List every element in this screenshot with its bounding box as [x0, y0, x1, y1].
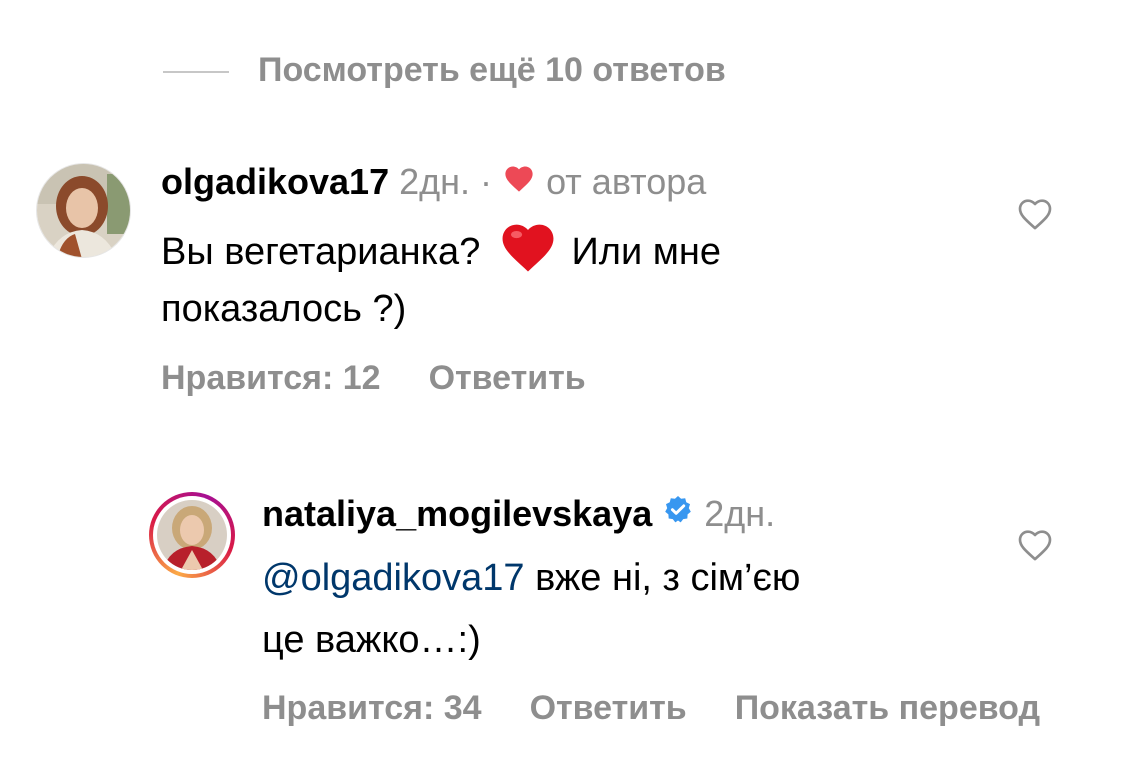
comment-actions: Нравится: 12 Ответить	[161, 356, 634, 400]
likes-count-button[interactable]: Нравится: 12	[161, 359, 381, 397]
comment-text-line1-a: Вы вегетарианка?	[161, 231, 481, 274]
like-heart-icon[interactable]	[1015, 194, 1055, 239]
comment-body: Вы вегетарианка? Или мне	[161, 218, 721, 290]
avatar-story-ring[interactable]	[149, 492, 235, 578]
avatar[interactable]	[36, 163, 131, 258]
author-like-label: от автора	[546, 161, 707, 202]
comment-text-line2: показалось ?)	[161, 288, 407, 330]
reply-button[interactable]: Ответить	[530, 689, 687, 727]
comment-text-line2: це важко…:)	[262, 619, 481, 661]
reply-button[interactable]: Ответить	[429, 359, 586, 397]
likes-count-button[interactable]: Нравится: 34	[262, 689, 482, 727]
red-heart-emoji	[497, 218, 559, 290]
avatar	[157, 500, 227, 570]
comment-text-line1: вже ні, з сім’єю	[524, 557, 801, 599]
verified-badge-icon	[662, 492, 694, 536]
comment-meta: olgadikova17 2дн. · от автора	[161, 160, 706, 204]
comment-body: @olgadikova17 вже ні, з сім’єю	[262, 550, 800, 606]
show-translation-button[interactable]: Показать перевод	[735, 689, 1040, 727]
comment-meta: nataliya_mogilevskaya 2дн.	[262, 492, 775, 536]
comment-username[interactable]: olgadikova17	[161, 161, 389, 202]
comment-actions: Нравится: 34 Ответить Показать перевод	[262, 686, 1125, 730]
replies-divider-line	[163, 71, 229, 73]
comment-username[interactable]: nataliya_mogilevskaya	[262, 493, 652, 534]
comment-time: 2дн.	[399, 161, 471, 202]
mention-link[interactable]: @olgadikova17	[262, 557, 525, 599]
view-more-replies-button[interactable]: Посмотреть ещё 10 ответов	[258, 48, 726, 92]
meta-separator: ·	[480, 161, 493, 202]
comment-time: 2дн.	[704, 493, 776, 534]
like-heart-icon[interactable]	[1015, 525, 1055, 570]
comment-text-line1-b: Или мне	[571, 231, 721, 274]
heart-filled-icon	[502, 159, 536, 203]
